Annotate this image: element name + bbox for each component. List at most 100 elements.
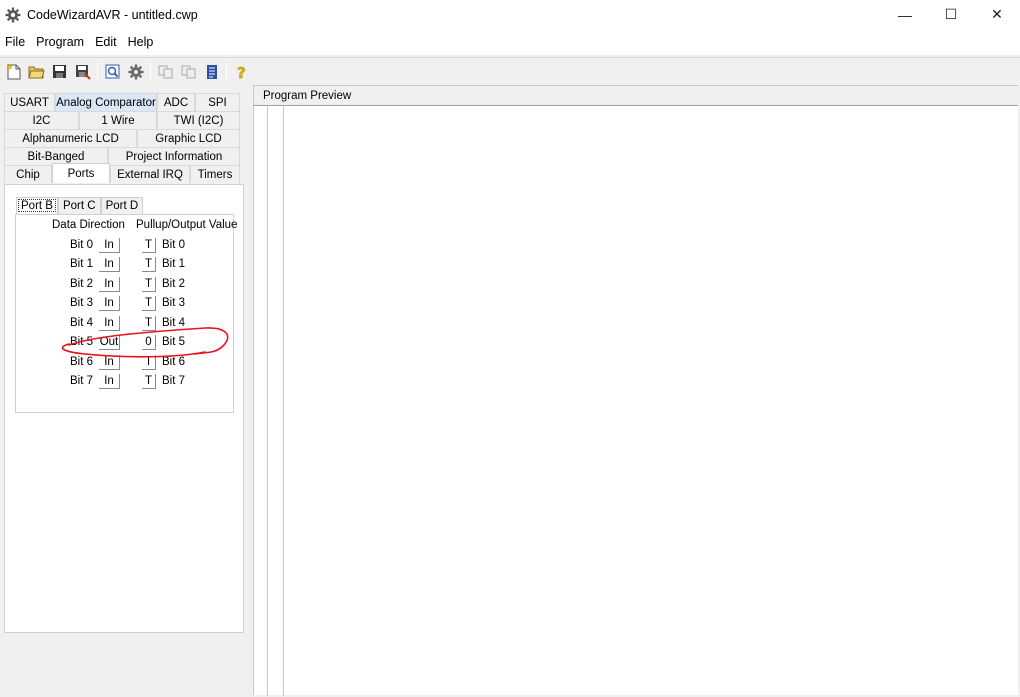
direction-button-bit-0[interactable]: In <box>99 238 120 253</box>
bit-label: Bit 5 <box>162 336 186 348</box>
new-file-icon <box>7 64 20 79</box>
pullup-output-header: Pullup/Output Value <box>136 219 238 231</box>
save-as-button[interactable] <box>71 61 94 83</box>
direction-button-bit-4[interactable]: In <box>99 316 120 331</box>
menu-bar: File Program Edit Help <box>0 29 1020 56</box>
tab-port-b[interactable]: Port B <box>16 197 58 214</box>
help-icon: ? <box>236 64 245 80</box>
preview-icon <box>105 64 120 79</box>
gear-icon <box>5 7 21 22</box>
menu-file[interactable]: File <box>0 35 31 49</box>
bit-label: Bit 0 <box>70 239 94 251</box>
open-button[interactable] <box>25 61 48 83</box>
tab-graphic-lcd[interactable]: Graphic LCD <box>137 129 240 147</box>
bit-row-1: Bit 1 In T Bit 1 <box>4 257 244 273</box>
bit-label: Bit 2 <box>162 278 186 290</box>
tab-i2c[interactable]: I2C <box>4 111 79 129</box>
tab-twi[interactable]: TWI (I2C) <box>157 111 240 129</box>
toolbar-separator <box>150 62 151 81</box>
pullup-button-bit-3[interactable]: T <box>142 296 156 311</box>
pullup-button-bit-0[interactable]: T <box>142 238 156 253</box>
tab-port-d[interactable]: Port D <box>100 197 144 214</box>
data-direction-header: Data Direction <box>52 219 125 231</box>
direction-button-bit-3[interactable]: In <box>99 296 120 311</box>
title-bar: CodeWizardAVR - untitled.cwp — ☐ ✕ <box>0 0 1020 29</box>
pullup-button-bit-6[interactable]: T <box>142 355 156 370</box>
direction-button-bit-2[interactable]: In <box>99 277 120 292</box>
direction-button-bit-6[interactable]: In <box>99 355 120 370</box>
tab-chip[interactable]: Chip <box>4 165 52 183</box>
program-preview-editor[interactable] <box>253 105 1018 696</box>
bit-label: Bit 7 <box>162 375 186 387</box>
bit-label: Bit 6 <box>162 356 186 368</box>
tab-1-wire[interactable]: 1 Wire <box>79 111 157 129</box>
direction-button-bit-1[interactable]: In <box>99 257 120 272</box>
new-file-button[interactable] <box>2 61 25 83</box>
bit-row-0: Bit 0 In T Bit 0 <box>4 238 244 254</box>
help-button[interactable]: ? <box>230 61 253 83</box>
bit-row-2: Bit 2 In T Bit 2 <box>4 277 244 293</box>
bit-row-4: Bit 4 In T Bit 4 <box>4 316 244 332</box>
tab-analog-comparator[interactable]: Analog Comparator <box>55 93 157 111</box>
window-controls: — ☐ ✕ <box>882 0 1020 29</box>
menu-edit[interactable]: Edit <box>90 35 123 49</box>
bit-label: Bit 3 <box>162 297 186 309</box>
tab-row-5: Chip Ports External IRQ Timers <box>4 163 240 183</box>
bit-row-7: Bit 7 In T Bit 7 <box>4 374 244 390</box>
notes-button[interactable] <box>200 61 223 83</box>
close-button[interactable]: ✕ <box>974 0 1020 29</box>
settings-panel: USART Analog Comparator ADC SPI I2C 1 Wi… <box>4 93 244 633</box>
bit-row-3: Bit 3 In T Bit 3 <box>4 296 244 312</box>
toolbar-separator <box>97 62 98 81</box>
tab-ports[interactable]: Ports <box>52 163 110 183</box>
tab-row-2: I2C 1 Wire TWI (I2C) <box>4 111 240 129</box>
tab-external-irq[interactable]: External IRQ <box>110 165 190 183</box>
pullup-button-bit-7[interactable]: T <box>142 374 156 389</box>
document-icon <box>206 64 217 79</box>
tab-alphanumeric-lcd[interactable]: Alphanumeric LCD <box>4 129 137 147</box>
copy-icon <box>158 65 172 78</box>
tab-spi[interactable]: SPI <box>195 93 240 111</box>
bit-label: Bit 3 <box>70 297 94 309</box>
tab-adc[interactable]: ADC <box>157 93 195 111</box>
preview-button[interactable] <box>101 61 124 83</box>
bit-label: Bit 0 <box>162 239 186 251</box>
tab-usart[interactable]: USART <box>4 93 55 111</box>
paste-icon <box>181 65 195 78</box>
maximize-button[interactable]: ☐ <box>928 0 974 29</box>
tab-timers[interactable]: Timers <box>190 165 240 183</box>
bit-label: Bit 1 <box>70 258 94 270</box>
bit-label: Bit 2 <box>70 278 94 290</box>
menu-program[interactable]: Program <box>31 35 90 49</box>
save-as-icon <box>75 64 91 80</box>
tab-port-c[interactable]: Port C <box>57 197 101 214</box>
program-preview-header: Program Preview <box>253 85 1018 105</box>
tab-row-3: Alphanumeric LCD Graphic LCD <box>4 129 240 147</box>
pullup-button-bit-4[interactable]: T <box>142 316 156 331</box>
bit-label: Bit 4 <box>70 317 94 329</box>
paste-button[interactable] <box>177 61 200 83</box>
bit-label: Bit 4 <box>162 317 186 329</box>
generate-gear-icon <box>128 64 143 79</box>
toolbar-separator <box>226 62 227 81</box>
direction-button-bit-7[interactable]: In <box>99 374 120 389</box>
window-title: CodeWizardAVR - untitled.cwp <box>27 7 198 22</box>
tab-row-1: USART Analog Comparator ADC SPI <box>4 93 240 111</box>
save-button[interactable] <box>48 61 71 83</box>
toolbar: ? <box>0 57 1020 85</box>
generate-button[interactable] <box>124 61 147 83</box>
copy-button[interactable] <box>154 61 177 83</box>
minimize-button[interactable]: — <box>882 0 928 29</box>
bit-label: Bit 7 <box>70 375 94 387</box>
tab-row-4: Bit-Banged Project Information <box>4 147 240 165</box>
menu-help[interactable]: Help <box>123 35 160 49</box>
pullup-button-bit-1[interactable]: T <box>142 257 156 272</box>
tab-project-information[interactable]: Project Information <box>108 147 240 165</box>
pullup-button-bit-5[interactable]: 0 <box>142 335 156 350</box>
bit-label: Bit 6 <box>70 356 94 368</box>
bit-label: Bit 5 <box>70 336 94 348</box>
bit-row-6: Bit 6 In T Bit 6 <box>4 355 244 371</box>
editor-gutter <box>267 106 284 696</box>
pullup-button-bit-2[interactable]: T <box>142 277 156 292</box>
direction-button-bit-5[interactable]: Out <box>99 335 120 350</box>
